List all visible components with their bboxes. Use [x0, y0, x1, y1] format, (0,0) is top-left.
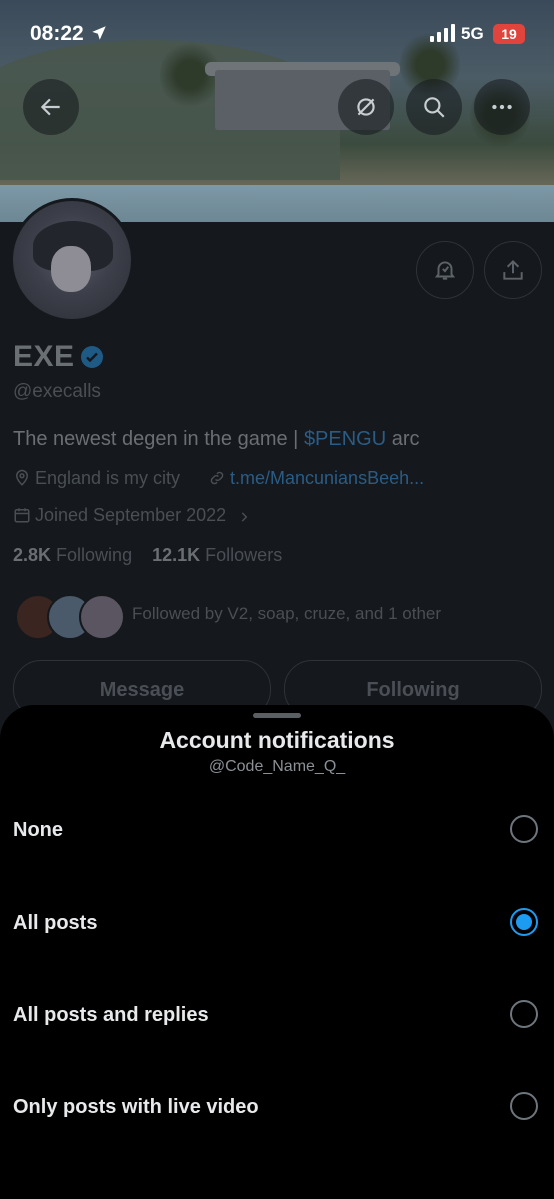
profile-name: EXE	[13, 340, 75, 373]
cashtag-link[interactable]: $PENGU	[304, 428, 386, 450]
sheet-title: Account notifications	[159, 727, 395, 753]
notifications-button[interactable]	[416, 241, 474, 299]
location-pin-icon	[15, 469, 29, 486]
followers-stat[interactable]: 12.1K Followers	[152, 545, 282, 565]
signal-icon	[430, 24, 455, 42]
verified-badge-icon	[81, 346, 103, 368]
followed-by-avatars[interactable]	[15, 594, 125, 640]
option-label: All posts and replies	[13, 1004, 209, 1026]
more-button[interactable]	[474, 79, 530, 135]
option-all-posts[interactable]: All posts	[0, 896, 554, 956]
option-all-posts-and-replies[interactable]: All posts and replies	[0, 988, 554, 1048]
profile-location: England is my city	[13, 468, 180, 489]
avatar-face	[51, 246, 91, 292]
followed-by-text[interactable]: Followed by V2, soap, cruze, and 1 other	[132, 604, 441, 624]
chevron-right-icon	[241, 512, 248, 522]
radio-button[interactable]	[510, 1000, 538, 1028]
calendar-icon	[14, 508, 30, 523]
profile-joined[interactable]: Joined September 2022	[13, 505, 255, 526]
profile-bio: The newest degen in the game | $PENGU ar…	[13, 428, 420, 450]
option-live-video[interactable]: Only posts with live video	[0, 1080, 554, 1140]
radio-button[interactable]	[510, 815, 538, 843]
sheet-subtitle: @Code_Name_Q_	[208, 758, 346, 775]
option-label: All posts	[13, 912, 98, 934]
network-type: 5G	[461, 24, 484, 43]
radio-button[interactable]	[510, 1092, 538, 1120]
profile-stats: 2.8K Following 12.1K Followers	[13, 545, 282, 566]
radio-button-selected[interactable]	[510, 908, 538, 936]
search-button[interactable]	[406, 79, 462, 135]
sheet-grabber[interactable]	[253, 713, 301, 718]
avatar[interactable]	[10, 198, 134, 322]
back-arrow-icon	[40, 98, 60, 116]
following-stat[interactable]: 2.8K Following	[13, 545, 132, 565]
link-icon	[210, 471, 224, 485]
share-icon	[503, 259, 523, 280]
back-button[interactable]	[23, 79, 79, 135]
search-icon	[424, 97, 445, 118]
bell-check-icon	[434, 261, 456, 280]
option-label: None	[13, 819, 63, 841]
profile-handle: @execalls	[13, 381, 101, 402]
location-arrow-icon	[91, 26, 106, 40]
notifications-sheet: Account notifications @Code_Name_Q_ None…	[0, 705, 554, 1199]
battery-indicator: 19	[493, 24, 525, 44]
follower-avatar	[79, 594, 125, 640]
status-bar: 08:22 5G 19	[0, 0, 554, 70]
grok-button[interactable]	[338, 79, 394, 135]
grok-icon	[357, 98, 375, 116]
option-none[interactable]: None	[0, 803, 554, 863]
share-button[interactable]	[484, 241, 542, 299]
option-label: Only posts with live video	[13, 1096, 259, 1118]
profile-link[interactable]: t.me/MancuniansBeeh...	[208, 468, 424, 489]
status-time: 08:22	[30, 22, 108, 46]
more-dots-icon	[492, 104, 512, 110]
